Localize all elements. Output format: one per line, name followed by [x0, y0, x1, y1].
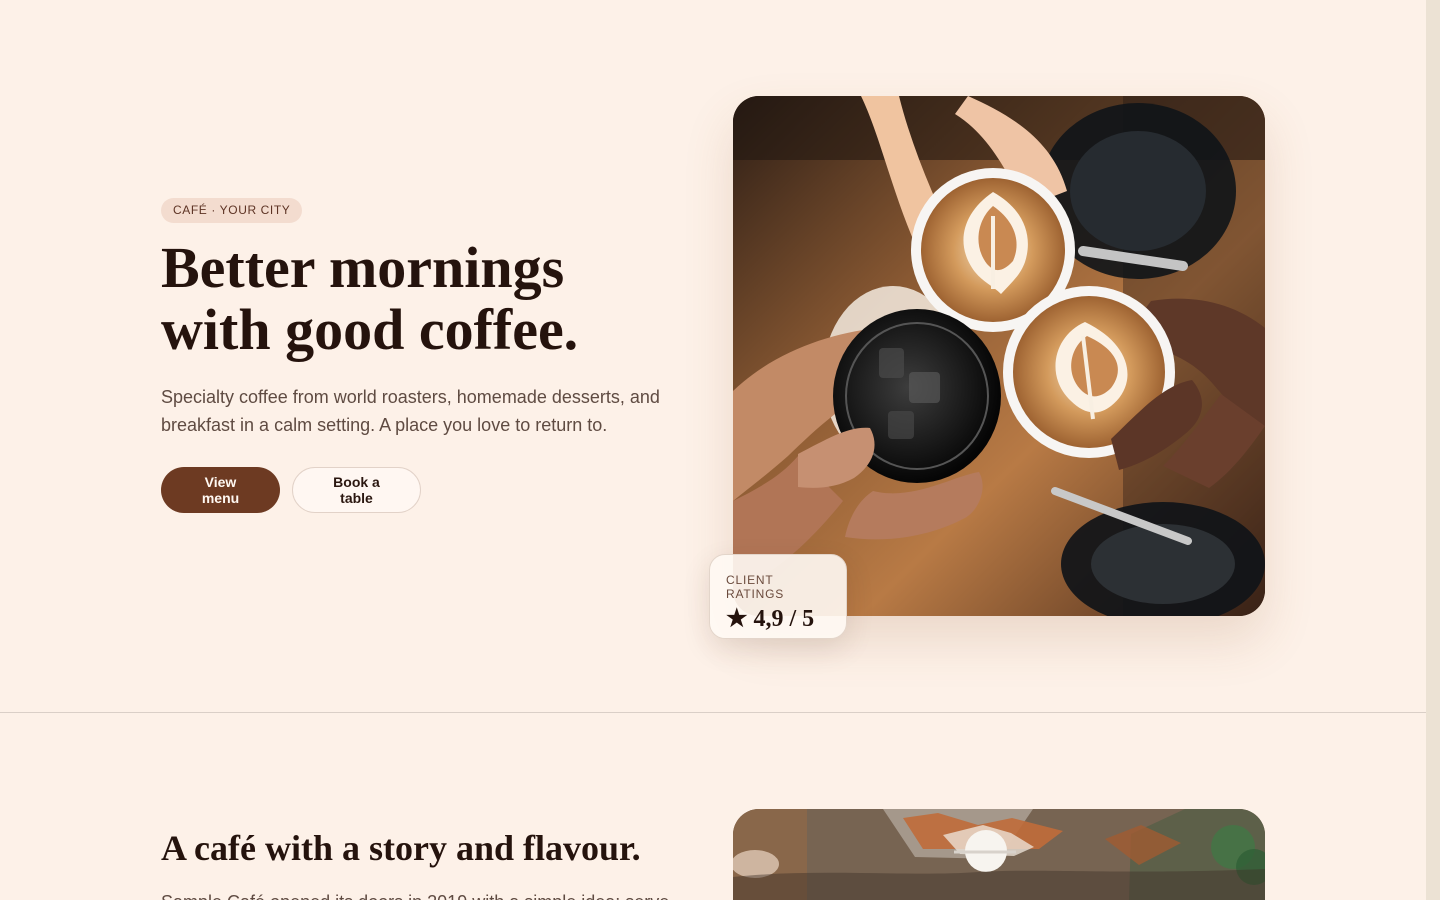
rating-value: ★ 4,9 / 5: [726, 606, 815, 632]
location-badge: CAFÉ · YOUR CITY: [161, 198, 303, 223]
cafe-interior-image: [733, 809, 1265, 900]
story-title: A café with a story and flavour.: [161, 828, 641, 868]
hero-title: Better mornings with good coffee.: [161, 235, 579, 362]
section-divider: [0, 712, 1426, 713]
hero-actions: View menu Book a table: [161, 467, 681, 513]
hero-section: CAFÉ · YOUR CITY Better mornings with go…: [161, 198, 681, 513]
hero-description: Specialty coffee from world roasters, ho…: [161, 387, 660, 435]
book-table-button[interactable]: Book a table: [292, 467, 421, 513]
landing-page: CAFÉ · YOUR CITY Better mornings with go…: [0, 0, 1440, 900]
coffee-cheers-image: [733, 96, 1265, 616]
hero-coffee-photo: [733, 96, 1265, 616]
story-text: Sample Café opened its doors in 2019 wit…: [161, 888, 681, 900]
rating-label: CLIENT RATINGS: [726, 573, 785, 601]
cafe-interior-photo: [733, 809, 1265, 900]
view-menu-button[interactable]: View menu: [161, 467, 280, 513]
client-rating-card: CLIENT RATINGS ★ 4,9 / 5: [709, 554, 847, 639]
page-scrollbar[interactable]: [1426, 0, 1440, 900]
